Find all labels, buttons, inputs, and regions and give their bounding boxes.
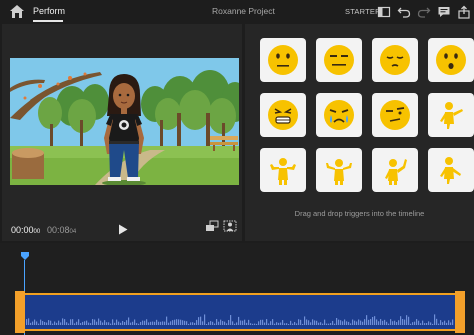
character-scene <box>10 58 239 185</box>
playhead-handle[interactable] <box>21 252 29 260</box>
background-toggle-icon[interactable] <box>223 220 237 232</box>
trigger-tile[interactable] <box>260 93 306 137</box>
redo-icon[interactable] <box>417 5 431 19</box>
shrug-pose-icon <box>270 158 296 185</box>
triggers-hint: Drag and drop triggers into the timeline <box>294 209 425 218</box>
trigger-tile[interactable] <box>372 148 418 192</box>
wave-pose-icon <box>385 159 407 185</box>
trigger-tile[interactable] <box>260 148 306 192</box>
trigger-tile[interactable] <box>260 38 306 82</box>
comment-icon[interactable] <box>437 5 451 19</box>
trigger-tile[interactable] <box>316 93 362 137</box>
audio-waveform <box>26 314 454 325</box>
home-icon[interactable] <box>9 4 25 19</box>
trigger-tile[interactable] <box>316 38 362 82</box>
tab-perform[interactable]: Perform <box>33 6 65 16</box>
panel-toggle-icon[interactable] <box>377 5 391 19</box>
grimacing-face-icon <box>268 100 298 130</box>
scene-layout-icon[interactable] <box>205 220 219 232</box>
trigger-tile[interactable] <box>372 38 418 82</box>
neutral-face-icon <box>268 45 298 75</box>
current-time: 00:0000 <box>11 225 41 235</box>
plan-badge[interactable]: STARTER <box>345 7 381 16</box>
undo-icon[interactable] <box>397 5 411 19</box>
top-bar: Perform Roxanne Project STARTER <box>0 0 474 24</box>
trigger-tile[interactable] <box>372 93 418 137</box>
crying-face-icon <box>324 100 354 130</box>
total-duration: 00:0804 <box>47 225 77 235</box>
trigger-tile[interactable] <box>428 148 474 192</box>
share-icon[interactable] <box>457 5 471 19</box>
trigger-tile[interactable] <box>428 38 474 82</box>
unamused-face-icon <box>324 45 354 75</box>
hands-up-pose-icon <box>326 159 352 185</box>
relieved-face-icon <box>380 45 410 75</box>
play-icon[interactable] <box>118 224 128 235</box>
pointing-pose-icon <box>440 102 463 129</box>
clip-trim-start-handle[interactable] <box>15 291 25 333</box>
clip-trim-end-handle[interactable] <box>455 291 465 333</box>
trigger-tile[interactable] <box>316 148 362 192</box>
trigger-tile[interactable] <box>428 93 474 137</box>
point-down-pose-icon <box>440 157 461 184</box>
skeptical-face-icon <box>380 100 410 130</box>
project-title: Roxanne Project <box>212 6 275 16</box>
active-tab-indicator <box>33 20 63 22</box>
surprised-face-icon <box>436 45 466 75</box>
